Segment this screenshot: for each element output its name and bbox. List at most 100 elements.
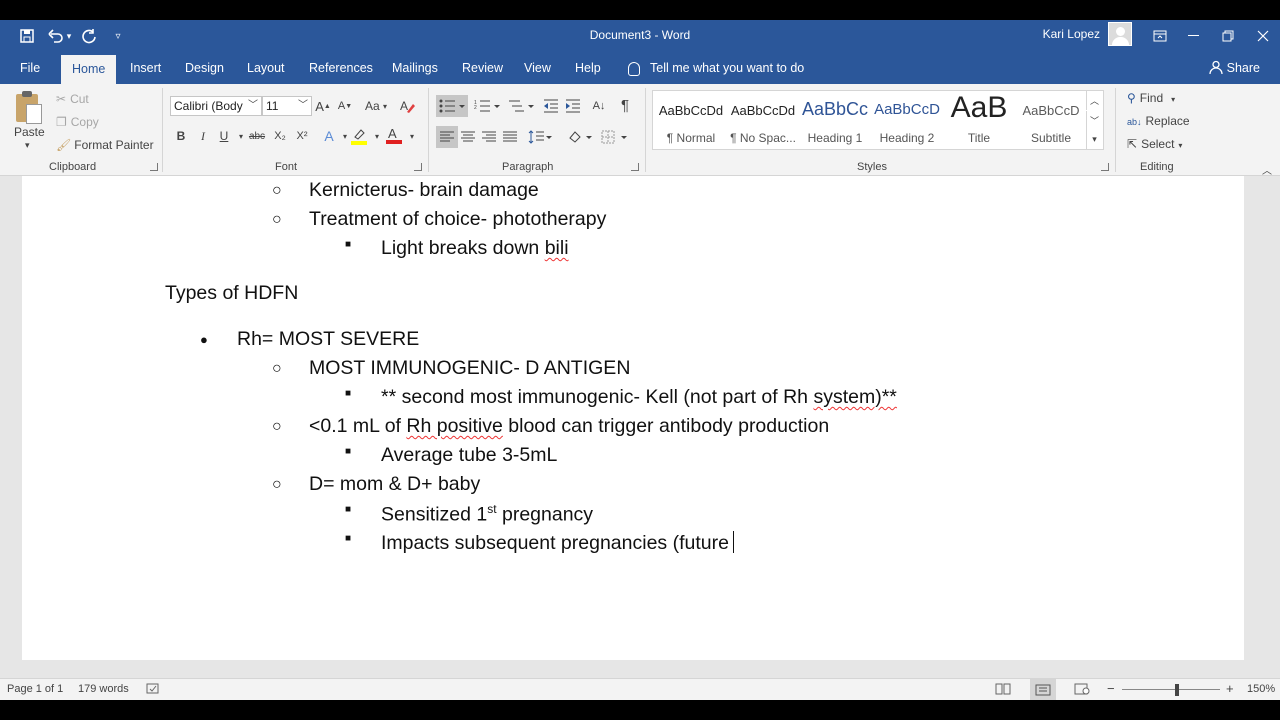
print-layout-icon[interactable] [1030,679,1056,700]
align-left-icon[interactable] [436,126,458,148]
web-layout-icon[interactable] [1074,683,1090,698]
style-no-spacing[interactable]: AaBbCcDd ¶ No Spac... [727,91,799,149]
tell-me-search[interactable]: Tell me what you want to do [628,52,804,84]
customize-qat-icon[interactable]: ▿ [108,26,128,46]
title-bar: ▾ ▿ Document3 - Word Kari Lopez [0,20,1280,52]
page-count[interactable]: Page 1 of 1 [7,683,63,695]
cursor-icon: ⇱ [1127,137,1138,151]
undo-icon[interactable] [46,26,66,46]
multilevel-list-icon[interactable] [506,97,536,115]
undo-dropdown-icon[interactable]: ▾ [64,26,74,46]
cut-button[interactable]: ✂ Cut [56,92,89,106]
paragraph-dialog-launcher[interactable] [631,163,639,171]
line-spacing-icon[interactable] [527,128,553,146]
find-button[interactable]: ⚲ Find ▾ [1127,91,1175,105]
bullets-button[interactable] [436,95,468,117]
tell-me-label: Tell me what you want to do [650,61,805,75]
superscript-button[interactable]: X² [293,127,311,145]
grow-font-button[interactable]: A ▲ [314,97,332,115]
proofing-icon[interactable] [146,683,160,698]
shading-icon[interactable] [565,128,593,146]
tab-file[interactable]: File [12,52,48,84]
tab-help[interactable]: Help [567,52,609,84]
align-right-icon[interactable] [480,128,498,146]
chevron-down-icon: ﹀ [248,100,258,111]
tab-design[interactable]: Design [177,52,232,84]
bold-button[interactable]: B [172,127,190,145]
font-color-dropdown-icon[interactable]: ▾ [403,127,421,145]
ribbon-tab-bar: File Home Insert Design Layout Reference… [0,52,1280,84]
share-button[interactable]: Share [1208,52,1260,84]
font-size-combo[interactable]: 11 ﹀ [262,96,312,116]
copy-button[interactable]: ❐ Copy [56,115,99,129]
bullet-hollow: ○ [272,476,282,493]
format-painter-button[interactable]: 🖌 Format Painter [56,138,154,152]
numbering-icon[interactable]: 12 [472,97,502,115]
minimize-icon[interactable] [1177,20,1211,52]
show-formatting-button[interactable]: ¶ [616,96,634,114]
style-heading-1[interactable]: AaBbCc Heading 1 [799,91,871,149]
zoom-in-button[interactable]: + [1226,681,1234,696]
style-title[interactable]: AaB Title [943,91,1015,149]
underline-button[interactable]: U [215,127,233,145]
styles-dialog-launcher[interactable] [1101,163,1109,171]
redo-icon[interactable] [79,26,99,46]
style-subtitle[interactable]: AaBbCcD Subtitle [1015,91,1087,149]
tab-layout[interactable]: Layout [239,52,293,84]
increase-indent-icon[interactable] [564,97,582,115]
read-mode-icon[interactable] [995,683,1011,698]
styles-scroll-down-icon[interactable]: ﹀ [1086,111,1102,130]
tab-home[interactable]: Home [61,55,117,84]
paste-icon[interactable] [14,90,44,124]
svg-text:2: 2 [474,105,477,111]
tab-review[interactable]: Review [454,52,511,84]
subscript-button[interactable]: X₂ [271,127,289,145]
decrease-indent-icon[interactable] [542,97,560,115]
sort-button[interactable]: A↓ [590,97,608,115]
clipboard-dialog-launcher[interactable] [150,163,158,171]
tab-references[interactable]: References [301,52,381,84]
style-normal[interactable]: AaBbCcDd ¶ Normal [655,91,727,149]
document-page[interactable]: ○ Kernicterus- brain damage ○ Treatment … [22,176,1244,660]
shrink-font-button[interactable]: A ▼ [336,97,354,115]
zoom-out-button[interactable]: − [1107,681,1115,696]
zoom-level[interactable]: 150% [1247,683,1275,695]
replace-icon: ab↓ [1127,117,1142,127]
styles-group-label: Styles [857,161,887,173]
paste-dropdown-icon[interactable]: ▾ [25,140,30,151]
select-button[interactable]: ⇱ Select ▾ [1127,137,1182,151]
font-dialog-launcher[interactable] [414,163,422,171]
font-name-combo[interactable]: Calibri (Body ﹀ [170,96,262,116]
align-center-icon[interactable] [459,128,477,146]
user-name[interactable]: Kari Lopez [1043,27,1100,41]
ribbon-display-options-icon[interactable] [1143,20,1177,52]
word-count[interactable]: 179 words [78,683,129,695]
doc-line: <0.1 mL of Rh positive blood can trigger… [309,415,830,437]
font-color-icon[interactable]: A [385,126,403,144]
highlight-dropdown-icon[interactable]: ▾ [368,127,386,145]
svg-text:A: A [388,126,397,141]
tab-view[interactable]: View [516,52,559,84]
paste-button[interactable]: Paste [14,125,45,139]
save-icon[interactable] [17,26,37,46]
tab-mailings[interactable]: Mailings [384,52,446,84]
change-case-button[interactable]: Aa ▾ [362,97,390,115]
avatar[interactable] [1108,22,1132,46]
style-heading-2[interactable]: AaBbCcD Heading 2 [871,91,943,149]
justify-icon[interactable] [501,128,519,146]
restore-icon[interactable] [1211,20,1245,52]
italic-button[interactable]: I [194,127,212,145]
tab-insert[interactable]: Insert [122,52,169,84]
highlight-icon[interactable] [350,127,368,145]
zoom-slider[interactable] [1122,689,1220,690]
replace-button[interactable]: ab↓ Replace [1127,114,1190,128]
borders-icon[interactable] [600,128,628,146]
lightbulb-icon [628,61,640,76]
zoom-slider-thumb[interactable] [1175,684,1179,696]
close-icon[interactable] [1246,20,1280,52]
styles-more-icon[interactable]: ▾ [1086,130,1102,149]
bullet-filled: ● [200,332,208,347]
clear-formatting-icon[interactable]: A [398,97,416,115]
strikethrough-button[interactable]: abc [248,127,266,145]
styles-scroll-up-icon[interactable]: ︿ [1086,91,1102,110]
